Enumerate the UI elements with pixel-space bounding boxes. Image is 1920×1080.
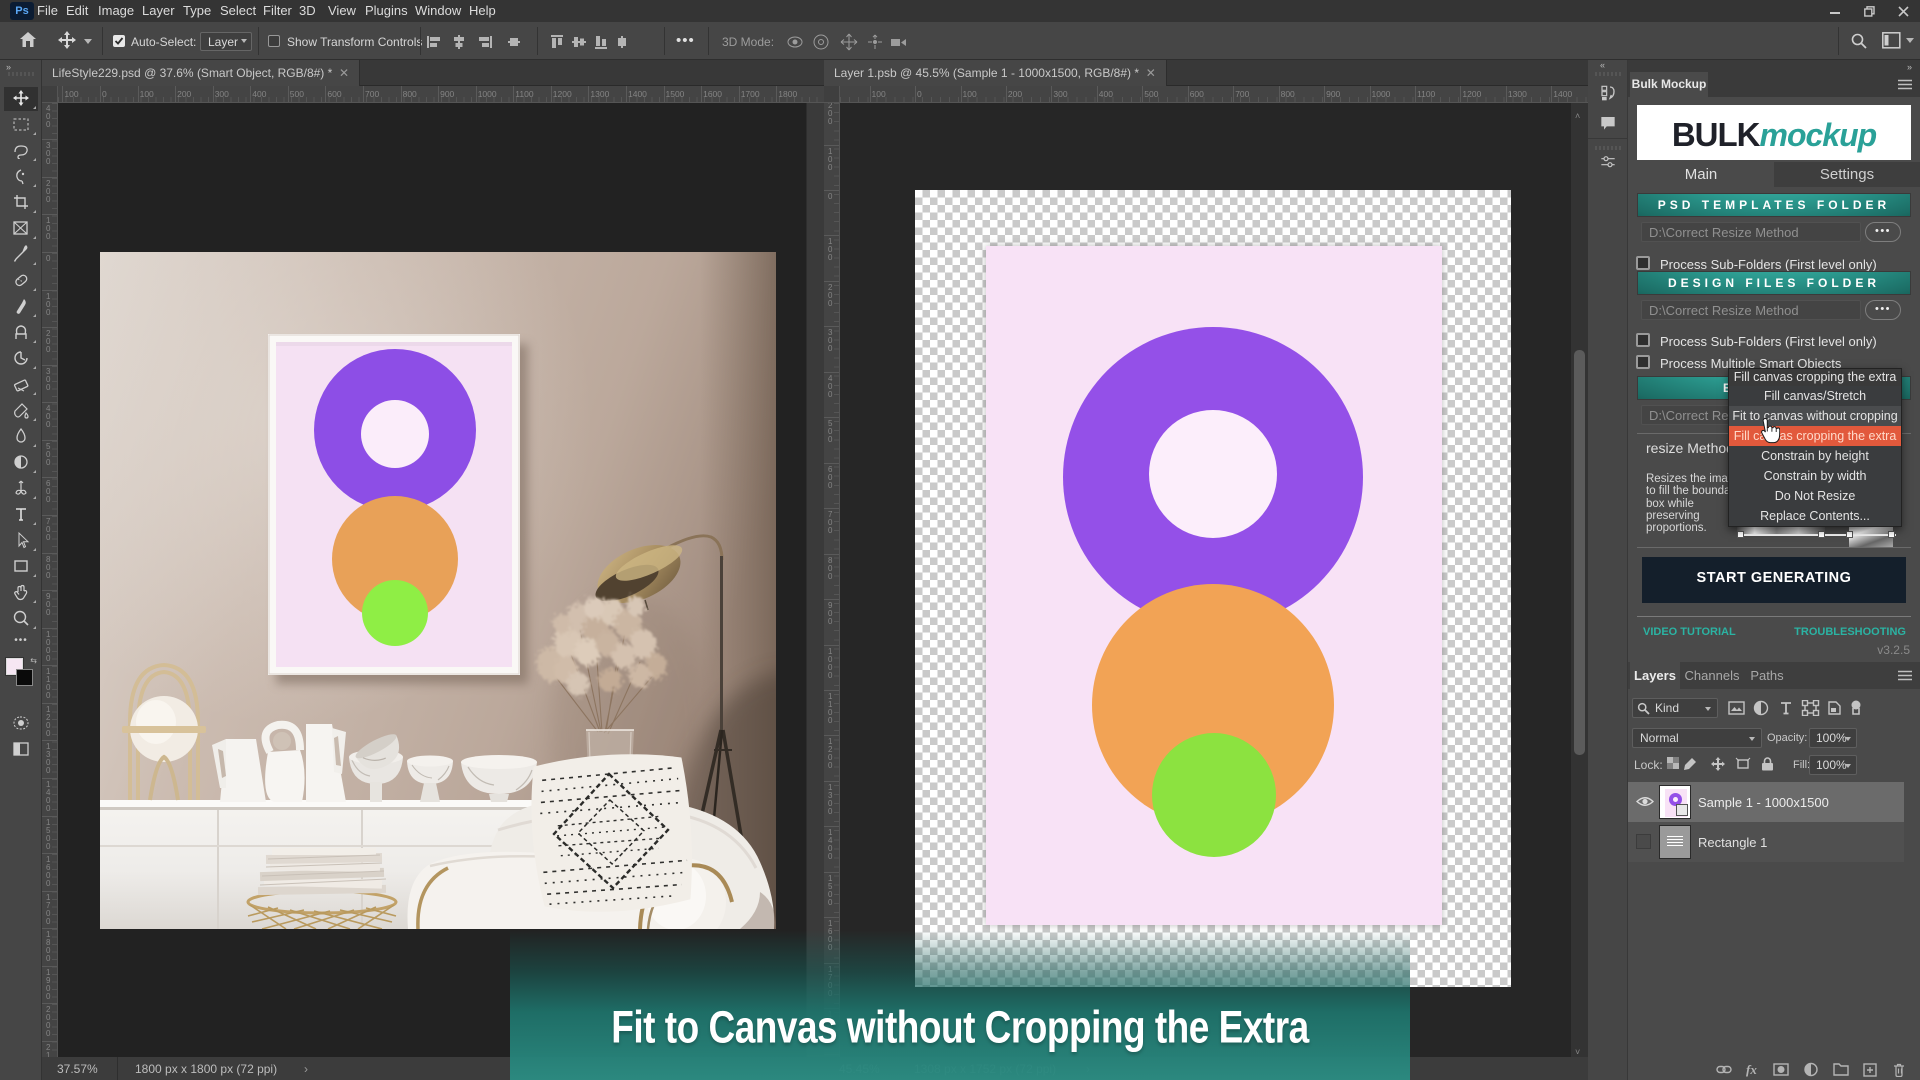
svg-text:fx: fx: [1746, 1062, 1757, 1077]
